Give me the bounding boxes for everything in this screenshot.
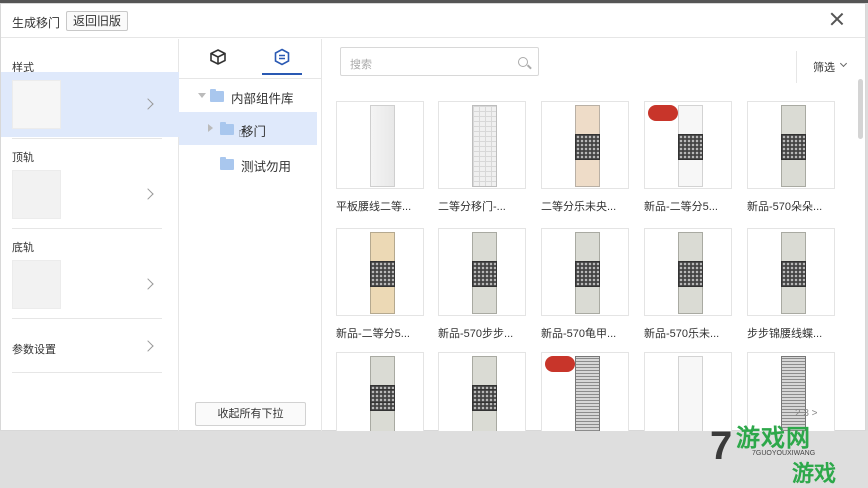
tree-label: 内部组件库 bbox=[231, 92, 294, 106]
product-thumbnail bbox=[370, 232, 395, 314]
lattice-band bbox=[678, 134, 703, 160]
divider bbox=[12, 318, 162, 319]
product-card[interactable] bbox=[438, 228, 526, 316]
product-label[interactable]: 新品-二等分5... bbox=[644, 198, 740, 214]
product-card[interactable] bbox=[438, 101, 526, 189]
lattice-band bbox=[370, 389, 395, 403]
product-card[interactable] bbox=[336, 228, 424, 316]
product-card[interactable] bbox=[747, 101, 835, 189]
product-label[interactable]: 步步锦腰线蝶... bbox=[747, 325, 843, 341]
lattice-band bbox=[678, 261, 703, 287]
caret-right-icon[interactable] bbox=[208, 124, 213, 132]
search-input[interactable]: 搜索 bbox=[340, 47, 539, 76]
product-card[interactable] bbox=[336, 101, 424, 189]
product-thumbnail bbox=[472, 356, 497, 438]
watermark-tagline: 游戏 bbox=[792, 461, 837, 486]
generate-sliding-door-dialog: 生成移门 返回旧版 样式 顶轨 底轨 参数设置 内部组件库 移门 测试勿用 收起… bbox=[0, 3, 866, 440]
product-card[interactable] bbox=[541, 352, 629, 440]
product-label[interactable]: 新品-570朵朵... bbox=[747, 198, 843, 214]
category-tabs bbox=[179, 39, 322, 79]
lattice-band bbox=[575, 261, 600, 287]
caret-down-icon[interactable] bbox=[198, 93, 206, 98]
lattice-band bbox=[781, 261, 806, 287]
scrollbar[interactable] bbox=[858, 79, 863, 139]
product-label[interactable]: 平板腰线二等... bbox=[336, 198, 432, 214]
left-panel: 样式 顶轨 底轨 参数设置 bbox=[1, 39, 179, 431]
style-thumbnail bbox=[12, 80, 61, 129]
product-label[interactable]: 二等分移门-... bbox=[438, 198, 534, 214]
divider bbox=[12, 138, 162, 139]
product-label[interactable]: 新品-二等分5... bbox=[336, 325, 432, 341]
cube-icon[interactable] bbox=[209, 48, 227, 66]
chevron-right-icon bbox=[142, 278, 154, 290]
product-card[interactable] bbox=[541, 228, 629, 316]
product-card[interactable] bbox=[747, 228, 835, 316]
active-tab-indicator bbox=[262, 73, 302, 75]
product-thumbnail bbox=[781, 232, 806, 314]
product-card[interactable] bbox=[644, 228, 732, 316]
folder-icon bbox=[210, 89, 224, 102]
product-label[interactable]: 新品-570乐未... bbox=[644, 325, 740, 341]
divider bbox=[12, 228, 162, 229]
tree-item-test[interactable]: 测试勿用 bbox=[179, 147, 317, 180]
product-thumbnail bbox=[575, 232, 600, 314]
product-card[interactable] bbox=[644, 101, 732, 189]
collapse-all-button[interactable]: 收起所有下拉 bbox=[195, 402, 306, 426]
product-thumbnail bbox=[472, 232, 497, 314]
product-thumbnail bbox=[575, 356, 600, 438]
chevron-right-icon bbox=[142, 188, 154, 200]
watermark-logo: 7 游戏网 7GUOYOUXIWANG 游戏 bbox=[680, 408, 866, 488]
divider bbox=[796, 51, 797, 83]
chevron-down-icon[interactable] bbox=[839, 59, 848, 68]
lattice-band bbox=[472, 389, 497, 403]
lattice-band bbox=[472, 261, 497, 287]
new-badge-icon bbox=[545, 356, 575, 372]
product-card[interactable] bbox=[541, 101, 629, 189]
product-thumbnail bbox=[678, 232, 703, 314]
divider bbox=[12, 372, 162, 373]
bottom-rail-thumbnail bbox=[12, 260, 61, 309]
product-label[interactable]: 新品-570龟甲... bbox=[541, 325, 637, 341]
folder-icon bbox=[220, 157, 234, 170]
product-card[interactable] bbox=[438, 352, 526, 440]
lattice-band bbox=[575, 134, 600, 160]
folder-icon bbox=[220, 122, 234, 135]
tree-item-internal-library[interactable]: 内部组件库 bbox=[179, 79, 317, 112]
parameter-settings-row[interactable]: 参数设置 bbox=[1, 324, 179, 369]
style-selector[interactable] bbox=[1, 72, 179, 137]
hand-cursor-icon: ☝ bbox=[238, 124, 248, 141]
watermark-mark: 7 bbox=[710, 424, 733, 468]
back-to-old-version-button[interactable]: 返回旧版 bbox=[66, 11, 129, 31]
component-library-icon[interactable] bbox=[273, 48, 291, 66]
product-panel: 搜索 筛选 平板腰线二等... 二等分移门-... 二等分乐未央... 新品-二等分5… bbox=[322, 39, 865, 440]
watermark-brand: 游戏网 bbox=[736, 425, 811, 452]
bottom-rail-selector[interactable] bbox=[1, 252, 179, 317]
filter-button[interactable]: 筛选 bbox=[813, 59, 835, 75]
top-rail-selector[interactable] bbox=[1, 162, 179, 227]
product-label[interactable]: 二等分乐未央... bbox=[541, 198, 637, 214]
lattice-band bbox=[781, 134, 806, 160]
product-thumbnail bbox=[781, 105, 806, 187]
lattice-band bbox=[370, 261, 395, 287]
tree-label: 测试勿用 bbox=[241, 160, 292, 174]
product-label[interactable]: 新品-570步步... bbox=[438, 325, 534, 341]
parameter-settings-label: 参数设置 bbox=[12, 344, 56, 356]
product-thumbnail bbox=[370, 356, 395, 438]
chevron-right-icon bbox=[142, 340, 154, 352]
product-thumbnail bbox=[370, 105, 395, 187]
new-badge-icon bbox=[648, 105, 678, 121]
tree-item-sliding-door[interactable]: 移门 bbox=[179, 112, 317, 145]
chevron-right-icon bbox=[142, 98, 154, 110]
product-thumbnail bbox=[575, 105, 600, 187]
top-rail-thumbnail bbox=[12, 170, 61, 219]
product-card[interactable] bbox=[336, 352, 424, 440]
product-thumbnail bbox=[472, 105, 497, 187]
category-panel: 内部组件库 移门 测试勿用 收起所有下拉 bbox=[179, 39, 322, 431]
close-icon[interactable] bbox=[829, 11, 845, 27]
search-icon[interactable] bbox=[518, 57, 528, 67]
dialog-title: 生成移门 bbox=[12, 16, 61, 30]
product-thumbnail bbox=[678, 105, 703, 187]
dialog-titlebar: 生成移门 返回旧版 bbox=[1, 4, 865, 38]
search-placeholder: 搜索 bbox=[350, 59, 372, 71]
